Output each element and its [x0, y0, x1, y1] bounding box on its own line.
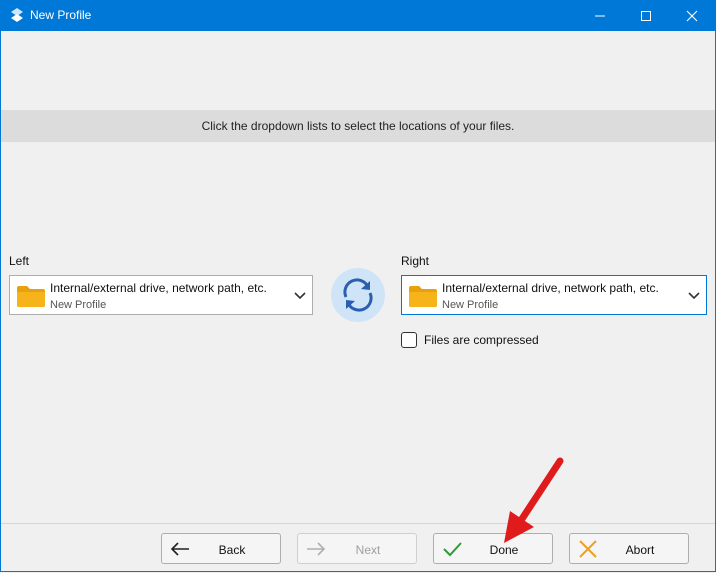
folder-icon: [17, 286, 45, 307]
abort-button[interactable]: Abort: [569, 533, 689, 564]
back-label: Back: [218, 543, 246, 557]
maximize-icon: [641, 10, 651, 21]
maximize-button[interactable]: [623, 0, 669, 31]
footer-divider: [1, 523, 715, 524]
right-location-sub: New Profile: [442, 299, 499, 311]
right-location-main: Internal/external drive, network path, e…: [442, 281, 659, 295]
left-label: Left: [9, 254, 30, 268]
app-logo-icon: [11, 8, 23, 22]
done-button[interactable]: Done: [433, 533, 553, 564]
abort-label: Abort: [625, 543, 655, 557]
annotation-arrow-icon: [504, 457, 564, 543]
next-button[interactable]: Next: [297, 533, 417, 564]
minimize-icon: [595, 15, 605, 16]
chevron-down-icon: [294, 292, 306, 300]
left-location-sub: New Profile: [50, 299, 107, 311]
next-label: Next: [355, 543, 381, 557]
compressed-option[interactable]: Files are compressed: [401, 331, 539, 349]
window-title: New Profile: [30, 8, 92, 22]
title-bar: New Profile: [0, 0, 716, 31]
done-label: Done: [489, 543, 519, 557]
back-button[interactable]: Back: [161, 533, 281, 564]
instruction-text: Click the dropdown lists to select the l…: [201, 119, 515, 133]
swap-arrows-icon: [343, 278, 373, 312]
right-location-dropdown[interactable]: Internal/external drive, network path, e…: [401, 275, 707, 315]
left-location-main: Internal/external drive, network path, e…: [50, 281, 267, 295]
swap-sides-button[interactable]: [331, 268, 385, 322]
left-location-dropdown[interactable]: Internal/external drive, network path, e…: [9, 275, 313, 315]
instruction-banner: Click the dropdown lists to select the l…: [1, 110, 715, 142]
minimize-button[interactable]: [577, 0, 623, 31]
compressed-checkbox[interactable]: [401, 332, 417, 348]
folder-icon: [409, 286, 437, 307]
compressed-label[interactable]: Files are compressed: [424, 333, 539, 347]
chevron-down-icon: [688, 292, 700, 300]
close-button[interactable]: [669, 0, 715, 31]
right-label: Right: [401, 254, 430, 268]
close-icon: [686, 10, 698, 21]
